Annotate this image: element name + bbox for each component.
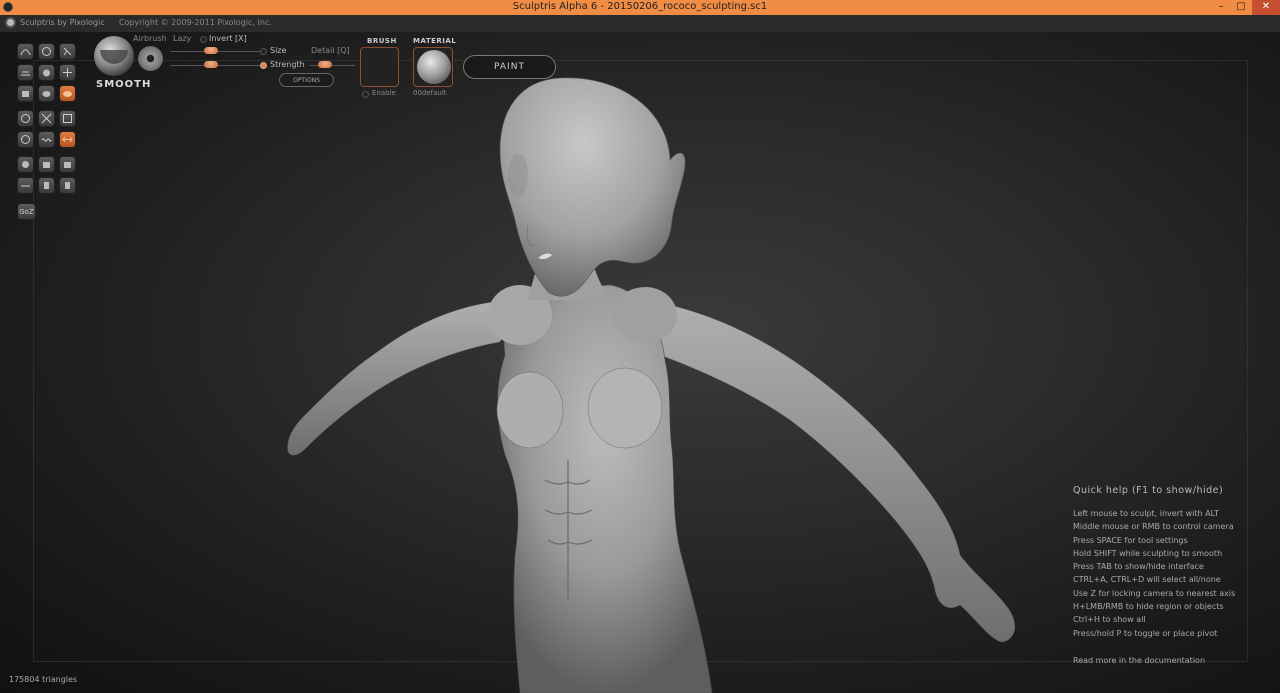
size-label: Size [270,46,287,55]
smooth-tool-button[interactable] [59,85,76,102]
new-sphere-button[interactable] [17,156,34,173]
goz-button[interactable]: GoZ [17,203,36,220]
help-line: CTRL+A, CTRL+D will select all/none [1073,575,1221,585]
minimize-button[interactable]: – [1210,0,1232,15]
grab-tool-button[interactable] [17,85,34,102]
invert-label: Invert [X] [209,34,247,43]
help-line: Left mouse to sculpt, invert with ALT [1073,509,1219,518]
import-button[interactable] [17,177,34,194]
material-name: 00default [413,89,447,97]
invert-checkbox[interactable] [200,36,207,43]
help-line: Middle mouse or RMB to control camera [1073,522,1234,532]
scale-tool-button[interactable] [38,85,55,102]
detail-slider-knob[interactable] [318,61,332,68]
maximize-button[interactable]: □ [1230,0,1252,15]
help-line: Hold SHIFT while sculpting to smooth [1073,548,1223,558]
help-line: Press/hold P to toggle or place pivot [1073,628,1218,638]
help-line: Press SPACE for tool settings [1073,535,1188,545]
wireframe-button[interactable] [38,110,55,127]
app-header: Sculptris by Pixologic Copyright © 2009-… [0,15,1280,32]
strength-label: Strength [270,60,305,69]
window-title: Sculptris Alpha 6 - 20150206_rococo_scul… [512,1,768,12]
strength-slider-knob[interactable] [204,61,218,68]
subdivide-button[interactable] [59,177,76,194]
export-button[interactable] [38,177,55,194]
paint-button[interactable]: PAINT [463,55,556,79]
material-sphere-icon [417,50,451,84]
detail-label: Detail [Q] [311,46,350,55]
brand-text: Sculptris by Pixologic [20,18,105,27]
reduce-button[interactable] [59,110,76,127]
help-line: Press TAB to show/hide interface [1073,562,1204,572]
help-line: Ctrl+H to show all [1073,615,1146,625]
close-button[interactable]: ✕ [1252,0,1280,15]
sculptris-logo-icon [5,17,16,28]
open-button[interactable] [38,156,55,173]
triangle-count: 175804 triangles [9,675,78,684]
title-bar: Sculptris Alpha 6 - 20150206_rococo_scul… [0,0,1280,15]
draw-tool-button[interactable] [17,43,34,60]
brush-name: SMOOTH [96,79,152,90]
symmetry-button[interactable] [17,110,34,127]
pinch-tool-button[interactable] [59,64,76,81]
rotate-tool-button[interactable] [38,43,55,60]
enable-checkbox[interactable] [362,91,369,98]
wave-button[interactable] [38,131,55,148]
quick-help-panel: Quick help (F1 to show/hide) Left mouse … [1073,485,1235,669]
brush-preview-icon[interactable] [94,36,134,76]
brush-texture-slot[interactable] [360,47,399,87]
save-button[interactable] [59,156,76,173]
crease-tool-button[interactable] [59,43,76,60]
quick-help-title: Quick help (F1 to show/hide) [1073,485,1224,496]
mask-button[interactable] [17,131,34,148]
options-button[interactable]: OPTIONS [279,73,334,87]
material-slot[interactable] [413,47,453,87]
brush-header: BRUSH [367,37,397,45]
global-button[interactable] [59,131,76,148]
airbrush-label[interactable]: Airbrush [133,34,167,43]
brush-alpha-icon[interactable] [138,46,163,71]
help-line: H+LMB/RMB to hide region or objects [1073,602,1224,612]
material-header: MATERIAL [413,37,457,45]
help-line: Use Z for locking camera to nearest axis [1073,588,1236,598]
strength-toggle[interactable] [260,62,267,69]
size-slider-knob[interactable] [204,47,218,54]
documentation-link[interactable]: Read more in the documentation [1073,656,1235,669]
inflate-tool-button[interactable] [38,64,55,81]
flatten-tool-button[interactable] [17,64,34,81]
size-toggle[interactable] [260,48,267,55]
enable-label: Enable [372,89,396,97]
copyright-text: Copyright © 2009-2011 Pixologic, Inc. [119,18,272,27]
detail-slider-track[interactable] [310,65,355,66]
lazy-label[interactable]: Lazy [173,34,191,43]
